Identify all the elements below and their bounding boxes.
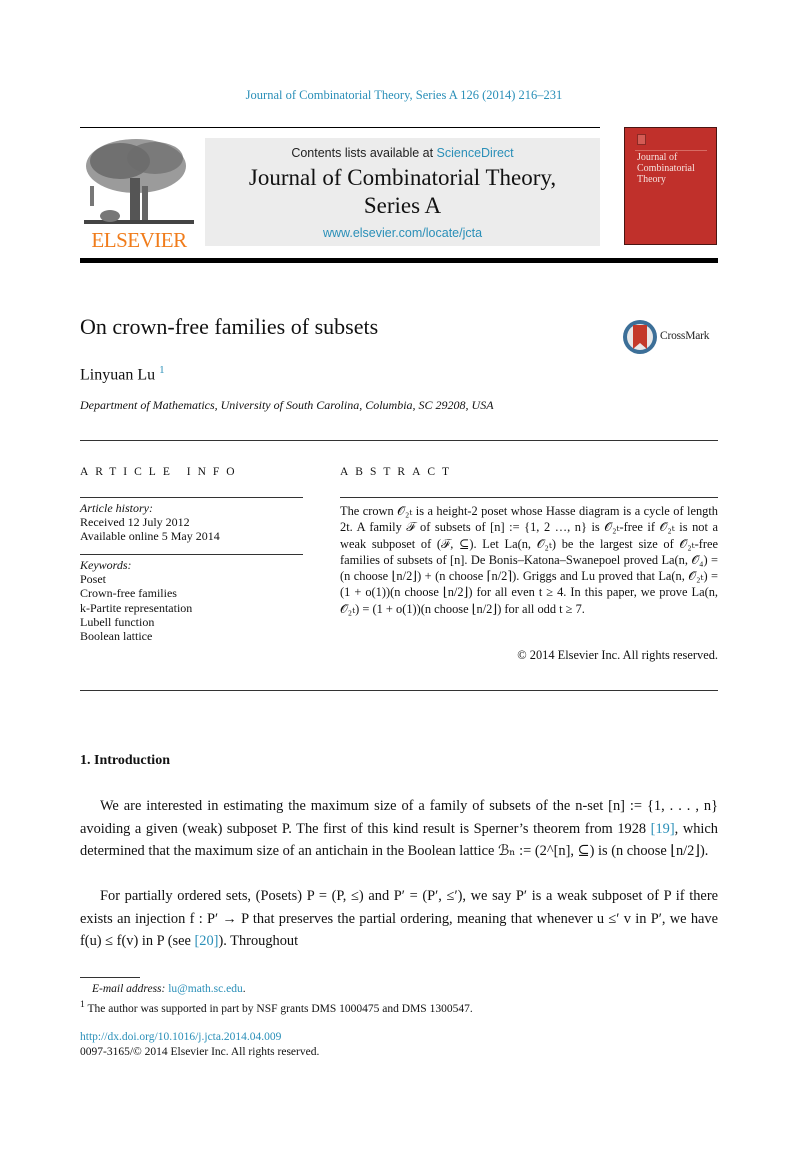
author: Linyuan Lu 1 bbox=[80, 364, 165, 384]
footnote-text: The author was supported in part by NSF … bbox=[87, 1002, 473, 1015]
footnote-rule bbox=[80, 977, 140, 978]
abstract-text: The crown 𝒪₂ₜ is a height-2 poset whose … bbox=[340, 504, 718, 616]
divider bbox=[80, 690, 718, 691]
email-period: . bbox=[242, 983, 246, 995]
history-item: Received 12 July 2012 bbox=[80, 515, 190, 530]
keywords-label: Keywords: bbox=[80, 558, 132, 572]
divider bbox=[80, 554, 303, 555]
journal-title-line-1: Journal of Combinatorial Theory, bbox=[248, 165, 557, 190]
footnote-mark: 1 bbox=[80, 999, 85, 1010]
article-info-heading: ARTICLE INFO bbox=[80, 466, 242, 478]
keyword: k-Partite representation bbox=[80, 600, 193, 615]
journal-homepage-link[interactable]: www.elsevier.com/locate/jcta bbox=[205, 226, 600, 240]
keyword: Lubell function bbox=[80, 614, 155, 629]
email-label: E-mail address: bbox=[92, 983, 169, 995]
sciencedirect-link[interactable]: ScienceDirect bbox=[437, 146, 514, 160]
elsevier-wordmark: ELSEVIER bbox=[91, 228, 187, 252]
doi-link[interactable]: http://dx.doi.org/10.1016/j.jcta.2014.04… bbox=[80, 1031, 281, 1043]
author-footnote-link[interactable]: 1 bbox=[159, 364, 165, 376]
body-paragraph: For partially ordered sets, (Posets) P =… bbox=[80, 888, 718, 949]
cover-title: Journal of Combinatorial Theory bbox=[637, 152, 695, 185]
footnotes: E-mail address: lu@math.sc.edu. 1 The au… bbox=[80, 982, 718, 1017]
citation-link[interactable]: [19] bbox=[651, 821, 675, 837]
keyword: Crown-free families bbox=[80, 586, 177, 601]
footnote-1: 1 The author was supported in part by NS… bbox=[80, 997, 718, 1017]
contents-line: Contents lists available at ScienceDirec… bbox=[205, 146, 600, 160]
header-top-rule bbox=[80, 127, 600, 128]
email-link[interactable]: lu@math.sc.edu bbox=[168, 983, 242, 995]
keyword: Boolean lattice bbox=[80, 629, 153, 644]
journal-header-box: Contents lists available at ScienceDirec… bbox=[205, 138, 600, 246]
header-bottom-rule bbox=[80, 258, 718, 263]
body-paragraph: We are interested in estimating the maxi… bbox=[80, 798, 718, 859]
affiliation: Department of Mathematics, University of… bbox=[80, 398, 494, 412]
crossmark-button[interactable]: CrossMark bbox=[622, 318, 722, 358]
cover-elsevier-mini-logo bbox=[637, 134, 646, 145]
article-history: Article history: Received 12 July 2012 A… bbox=[80, 501, 303, 544]
contents-prefix: Contents lists available at bbox=[291, 146, 437, 160]
section-heading: 1. Introduction bbox=[80, 753, 170, 768]
keyword: Poset bbox=[80, 572, 107, 587]
abstract-heading: ABSTRACT bbox=[340, 466, 457, 478]
divider bbox=[340, 497, 718, 498]
journal-title-line-2: Series A bbox=[363, 193, 442, 218]
crossmark-label: CrossMark bbox=[660, 330, 710, 342]
journal-cover-image[interactable]: Journal of Combinatorial Theory bbox=[624, 127, 717, 245]
citation-link[interactable]: [20] bbox=[194, 933, 218, 949]
paper-title: On crown-free families of subsets bbox=[80, 314, 379, 339]
keywords: Keywords: Poset Crown-free families k-Pa… bbox=[80, 558, 303, 643]
divider bbox=[80, 440, 718, 441]
history-label: Article history: bbox=[80, 501, 153, 515]
journal-title: Journal of Combinatorial Theory, Series … bbox=[205, 164, 600, 220]
issn-copyright: 0097-3165/© 2014 Elsevier Inc. All right… bbox=[80, 1046, 320, 1058]
crossmark-icon bbox=[623, 320, 657, 354]
history-item: Available online 5 May 2014 bbox=[80, 529, 220, 544]
abstract-copyright: © 2014 Elsevier Inc. All rights reserved… bbox=[517, 648, 718, 662]
elsevier-logo[interactable]: ELSEVIER bbox=[80, 136, 198, 252]
author-name[interactable]: Linyuan Lu bbox=[80, 366, 155, 383]
journal-reference-link[interactable]: Journal of Combinatorial Theory, Series … bbox=[0, 88, 808, 103]
footnote-email: E-mail address: lu@math.sc.edu. bbox=[80, 982, 718, 997]
divider bbox=[80, 497, 303, 498]
